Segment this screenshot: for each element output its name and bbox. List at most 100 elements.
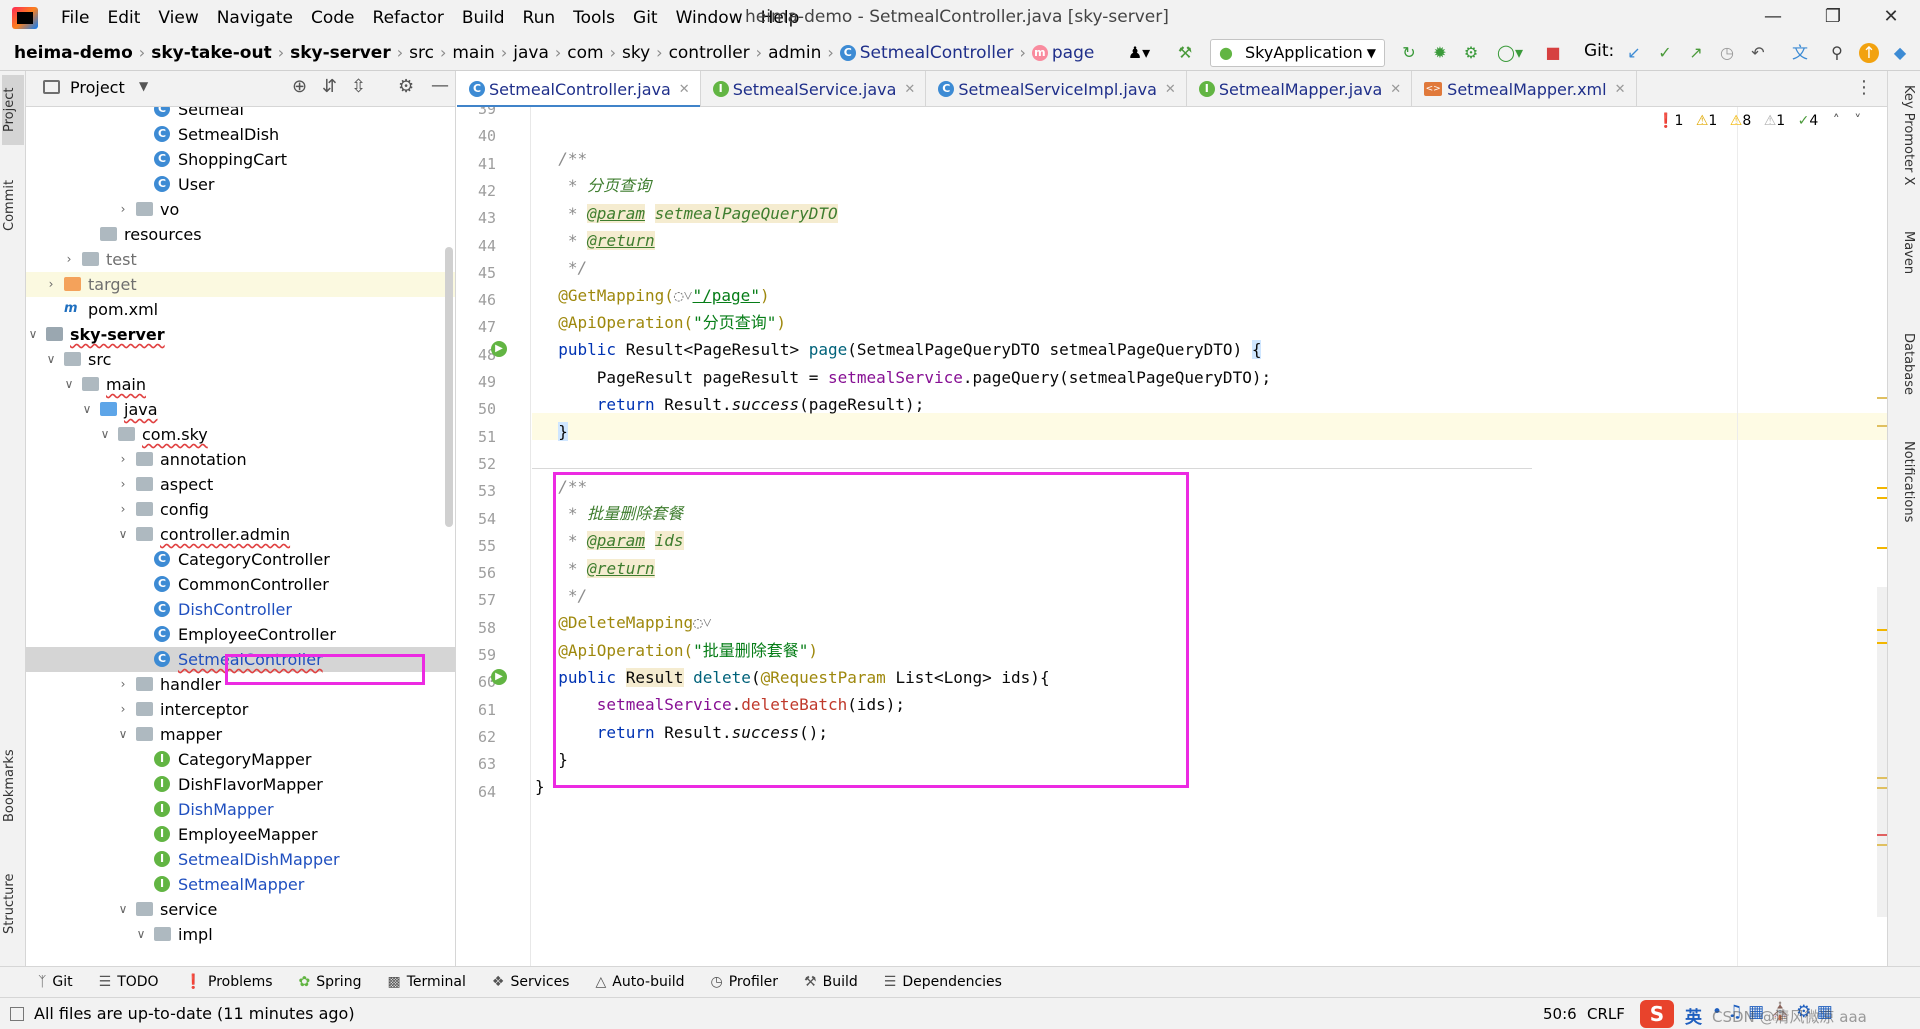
auto-build-tool-tab[interactable]: △ Auto-build — [595, 974, 684, 990]
tree-item[interactable]: I SetmealDishMapper — [26, 847, 455, 872]
breadcrumb-admin[interactable]: admin — [768, 43, 821, 63]
key-promoter-tool-tab[interactable]: Key Promoter X — [1894, 85, 1916, 205]
jetbrains-toolbox-icon[interactable]: ◆ — [1890, 43, 1910, 63]
chevron-right-icon[interactable]: › — [116, 197, 130, 222]
tree-item[interactable]: › vo — [26, 197, 455, 222]
update-icon[interactable]: ↑ — [1859, 43, 1879, 63]
menu-tools[interactable]: Tools — [564, 8, 624, 28]
hammer-icon[interactable]: ⚒ — [1175, 43, 1195, 63]
structure-tool-tab[interactable]: Structure — [2, 864, 24, 944]
close-tab-icon[interactable]: ✕ — [904, 82, 915, 97]
tree-item[interactable]: C Setmeal — [26, 107, 455, 122]
tree-item[interactable]: ∨ main — [26, 372, 455, 397]
breadcrumb-main[interactable]: main — [452, 43, 494, 63]
menu-window[interactable]: Window — [667, 8, 752, 28]
inspections-widget[interactable]: ❗1 ⚠1 ⚠8 ⚠1 ✓4 ˄ ˅ — [1657, 113, 1861, 129]
spring-tool-tab[interactable]: ✿ Spring — [299, 974, 362, 990]
tab-setmeal-service[interactable]: I SetmealService.java ✕ — [701, 71, 927, 107]
tree-item[interactable]: I EmployeeMapper — [26, 822, 455, 847]
chevron-down-icon[interactable]: ∨ — [98, 422, 112, 447]
tree-item[interactable]: resources — [26, 222, 455, 247]
ime-mode[interactable]: 英 — [1685, 1003, 1702, 1028]
tree-item[interactable]: ∨ src — [26, 347, 455, 372]
services-tool-tab[interactable]: ❖ Services — [492, 974, 570, 990]
breadcrumb-controller[interactable]: controller — [669, 43, 750, 63]
coverage-icon[interactable]: ⚙ — [1461, 43, 1481, 63]
intellij-logo-icon[interactable] — [12, 6, 38, 29]
chevron-right-icon[interactable]: › — [116, 672, 130, 697]
problems-tool-tab[interactable]: ❗ Problems — [185, 974, 273, 990]
chevron-down-icon[interactable]: ∨ — [44, 347, 58, 372]
tree-item[interactable]: › annotation — [26, 447, 455, 472]
project-tool-tab[interactable]: Project — [2, 75, 24, 145]
debug-icon[interactable]: ✹ — [1430, 43, 1450, 63]
close-tab-icon[interactable]: ✕ — [1615, 82, 1626, 97]
tab-setmeal-mapper-xml[interactable]: <> SetmealMapper.xml ✕ — [1412, 71, 1637, 107]
tree-item[interactable]: › config — [26, 497, 455, 522]
chevron-right-icon[interactable]: › — [116, 447, 130, 472]
tree-item[interactable]: I SetmealMapper — [26, 872, 455, 897]
chevron-right-icon[interactable]: › — [44, 272, 58, 297]
menu-build[interactable]: Build — [453, 8, 514, 28]
tree-item[interactable]: C CategoryController — [26, 547, 455, 572]
breadcrumb-method[interactable]: page — [1052, 43, 1094, 63]
user-icon[interactable]: ♟▾ — [1124, 43, 1154, 63]
chevron-right-icon[interactable]: › — [116, 497, 130, 522]
menu-view[interactable]: View — [149, 8, 207, 28]
breadcrumb-java[interactable]: java — [513, 43, 549, 63]
web-icon[interactable]: ◌˅ — [674, 286, 693, 305]
git-commit-icon[interactable]: ✓ — [1655, 43, 1675, 63]
tree-item[interactable]: ∨ java — [26, 397, 455, 422]
tree-item[interactable]: ∨ service — [26, 897, 455, 922]
menu-file[interactable]: File — [52, 8, 98, 28]
translate-icon[interactable]: 文 — [1790, 43, 1810, 63]
rerun-icon[interactable]: ↻ — [1399, 43, 1419, 63]
maven-tool-tab[interactable]: Maven — [1894, 231, 1916, 311]
tree-item[interactable]: › test — [26, 247, 455, 272]
chevron-down-icon[interactable]: ∨ — [116, 722, 130, 747]
run-configuration-select[interactable]: ● SkyApplication ▼ — [1210, 39, 1385, 67]
notifications-tool-tab[interactable]: Notifications — [1894, 441, 1916, 561]
status-icon[interactable] — [10, 1007, 24, 1021]
expand-all-icon[interactable]: ⇵ — [322, 76, 337, 97]
chevron-right-icon[interactable]: › — [62, 247, 76, 272]
close-tab-icon[interactable]: ✕ — [1165, 82, 1176, 97]
tree-item[interactable]: C CommonController — [26, 572, 455, 597]
caret-position[interactable]: 50:6 — [1543, 1005, 1577, 1023]
tree-item[interactable]: C DishController — [26, 597, 455, 622]
tree-item[interactable]: › target — [26, 272, 455, 297]
breadcrumb-com[interactable]: com — [567, 43, 603, 63]
tree-item[interactable]: m pom.xml — [26, 297, 455, 322]
chevron-down-icon[interactable]: ▼ — [139, 79, 148, 93]
profiler-tool-tab[interactable]: ◷ Profiler — [711, 974, 779, 990]
git-update-icon[interactable]: ↙ — [1624, 43, 1644, 63]
chevron-down-icon[interactable]: ∨ — [134, 922, 148, 947]
sogou-input-icon[interactable]: S — [1640, 1000, 1674, 1028]
menu-edit[interactable]: Edit — [98, 8, 149, 28]
menu-refactor[interactable]: Refactor — [364, 8, 453, 28]
tab-setmeal-controller[interactable]: C SetmealController.java ✕ — [457, 71, 701, 108]
tree-item[interactable]: C EmployeeController — [26, 622, 455, 647]
git-push-icon[interactable]: ↗ — [1686, 43, 1706, 63]
breadcrumb-submodule[interactable]: sky-server — [290, 43, 391, 63]
tree-item[interactable]: › interceptor — [26, 697, 455, 722]
tree-item[interactable]: C User — [26, 172, 455, 197]
git-tool-tab[interactable]: ᛉ Git — [38, 974, 73, 990]
line-separator[interactable]: CRLF — [1587, 1005, 1625, 1023]
gear-icon[interactable]: ⚙ — [398, 76, 414, 97]
build-tool-tab[interactable]: ⚒ Build — [804, 974, 858, 990]
hide-panel-icon[interactable]: — — [431, 75, 449, 96]
chevron-up-icon[interactable]: ˄ — [1833, 113, 1840, 129]
tree-item[interactable]: I DishFlavorMapper — [26, 772, 455, 797]
spring-endpoint-icon[interactable]: ▶ — [491, 669, 507, 685]
rollback-icon[interactable]: ↶ — [1748, 43, 1768, 63]
menu-run[interactable]: Run — [514, 8, 565, 28]
project-panel-title[interactable]: Project — [70, 78, 125, 97]
bookmarks-tool-tab[interactable]: Bookmarks — [2, 741, 24, 831]
menu-navigate[interactable]: Navigate — [208, 8, 302, 28]
dependencies-tool-tab[interactable]: ☰ Dependencies — [884, 974, 1002, 990]
close-icon[interactable]: ✕ — [1868, 4, 1914, 30]
tree-item[interactable]: C SetmealDish — [26, 122, 455, 147]
stop-icon[interactable]: ■ — [1543, 43, 1563, 63]
profile-icon[interactable]: ◯▾ — [1492, 43, 1528, 63]
